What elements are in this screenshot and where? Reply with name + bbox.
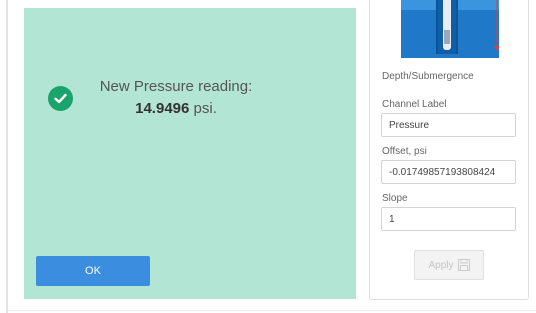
submergence-diagram-image bbox=[401, 0, 499, 58]
channel-label-caption: Channel Label bbox=[382, 99, 447, 110]
image-caption: Depth/Submergence bbox=[382, 71, 474, 82]
channel-label-input[interactable]: Pressure bbox=[381, 113, 516, 137]
left-divider bbox=[6, 0, 8, 313]
apply-label: Apply bbox=[428, 259, 454, 271]
offset-caption: Offset, psi bbox=[382, 146, 427, 157]
check-circle-icon bbox=[48, 86, 73, 111]
pressure-unit: psi. bbox=[193, 100, 217, 117]
dialog-message-title: New Pressure reading: bbox=[99, 78, 253, 95]
ok-button[interactable]: OK bbox=[36, 256, 150, 286]
slope-caption: Slope bbox=[382, 193, 408, 204]
bottom-divider bbox=[8, 310, 536, 311]
channel-settings-panel: Depth/Submergence Channel Label Pressure… bbox=[369, 0, 529, 300]
slope-input[interactable]: 1 bbox=[381, 207, 516, 231]
dialog-message-value: 14.9496 psi. bbox=[96, 99, 256, 119]
pressure-value: 14.9496 bbox=[135, 100, 190, 117]
apply-button[interactable]: Apply bbox=[414, 250, 484, 280]
offset-input[interactable]: -0.01749857193808424 bbox=[381, 160, 516, 184]
save-icon bbox=[457, 259, 470, 271]
